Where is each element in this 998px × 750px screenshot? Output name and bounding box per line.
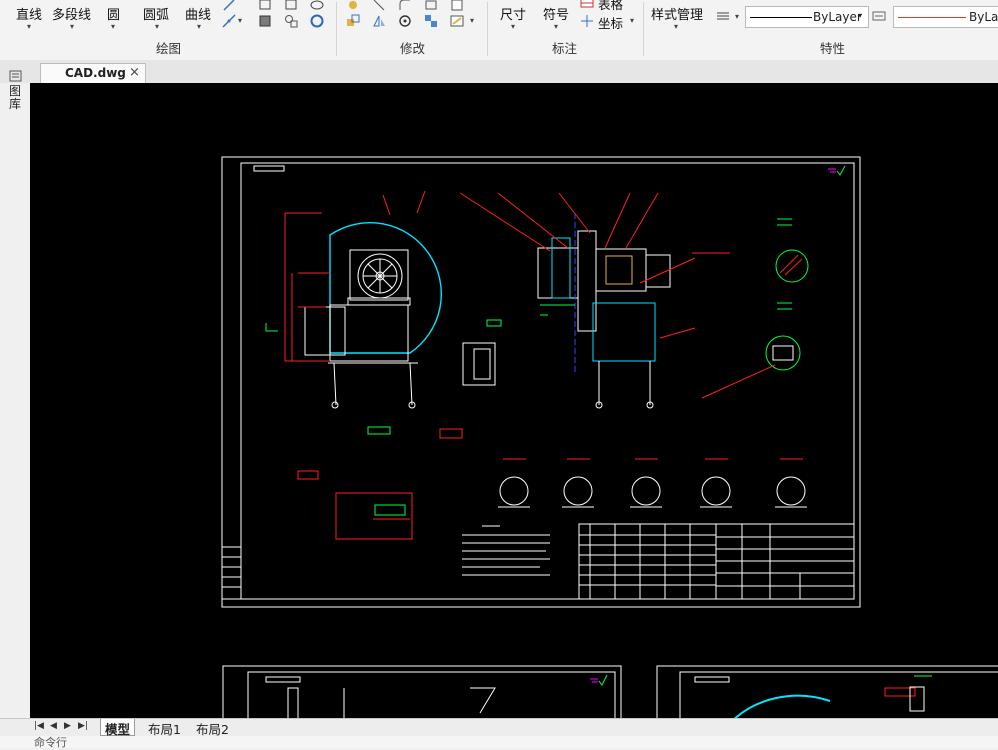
close-icon[interactable]: × bbox=[129, 65, 140, 80]
library-panel-label[interactable]: 图库 bbox=[9, 85, 22, 111]
ellipse-icon[interactable] bbox=[310, 0, 324, 12]
style-manager-dropdown-icon[interactable]: ▾ bbox=[674, 22, 678, 31]
layout-tab-bar: |◀ ◀ ▶ ▶| 模型 布局1 布局2 bbox=[0, 718, 998, 737]
tab-model[interactable]: 模型 bbox=[100, 719, 136, 737]
tab-layout2[interactable]: 布局2 bbox=[192, 719, 233, 737]
foundation-plan bbox=[297, 426, 463, 540]
donut-icon[interactable] bbox=[310, 14, 324, 28]
lower-sheet-left bbox=[222, 665, 622, 718]
detail-views bbox=[462, 218, 809, 399]
ray-icon[interactable] bbox=[222, 0, 236, 12]
array-icon[interactable] bbox=[424, 14, 438, 28]
arc-dropdown-icon[interactable]: ▾ bbox=[155, 22, 159, 31]
last-icon[interactable]: ▶| bbox=[78, 721, 88, 731]
main-drawing-sheet bbox=[221, 156, 861, 608]
draw-group-label: 绘图 bbox=[156, 41, 182, 56]
polyline-button[interactable]: 多段线 bbox=[52, 4, 91, 23]
rectangle-icon[interactable] bbox=[258, 0, 272, 12]
coordinate-icon[interactable] bbox=[580, 14, 594, 28]
document-tab-label: CAD.dwg bbox=[65, 66, 126, 80]
drawing-canvas[interactable] bbox=[30, 83, 998, 718]
arc-button[interactable]: 圆弧 bbox=[143, 4, 169, 23]
symbol-dropdown-icon[interactable]: ▾ bbox=[554, 22, 558, 31]
prev-icon[interactable]: ◀ bbox=[50, 721, 57, 731]
document-tab[interactable]: CAD.dwg × bbox=[40, 63, 146, 84]
lower-sheet-right bbox=[656, 665, 998, 718]
xline-dropdown-icon[interactable]: ▾ bbox=[238, 16, 242, 25]
coordinate-button[interactable]: 坐标 bbox=[598, 13, 623, 32]
dimension-button[interactable]: 尺寸 bbox=[500, 4, 526, 23]
command-line[interactable]: 命令行 bbox=[0, 736, 998, 749]
rotate-icon[interactable] bbox=[398, 14, 412, 28]
linetype-select-value: ByLay bbox=[969, 10, 998, 24]
circle-dropdown-icon[interactable]: ▾ bbox=[111, 22, 115, 31]
technical-notes bbox=[462, 525, 550, 576]
color-select-dropdown-icon[interactable]: ▾ bbox=[858, 11, 862, 20]
mirror-icon[interactable] bbox=[372, 14, 386, 28]
trim-icon[interactable] bbox=[424, 0, 438, 12]
shapes-icon[interactable] bbox=[284, 14, 298, 28]
fan-front-view bbox=[265, 190, 442, 409]
modify-more-dropdown-icon[interactable]: ▾ bbox=[470, 16, 474, 25]
tab-layout1[interactable]: 布局1 bbox=[144, 719, 185, 737]
properties-icon[interactable] bbox=[8, 68, 24, 84]
linetype-icon[interactable] bbox=[872, 9, 886, 23]
color-select[interactable]: ByLayer ▾ bbox=[745, 6, 869, 28]
ribbon: 直线 ▾ 多段线 ▾ 圆 ▾ 圆弧 ▾ 曲线 ▾ ▾ 绘图 ▾ 修改 尺寸 ▾ … bbox=[0, 0, 998, 61]
left-panel: 图库 bbox=[0, 70, 30, 718]
symbol-button[interactable]: 符号 bbox=[543, 4, 569, 23]
lineweight-icon[interactable] bbox=[716, 9, 730, 23]
hatch-icon[interactable] bbox=[258, 14, 272, 28]
coordinate-dropdown-icon[interactable]: ▾ bbox=[630, 16, 634, 25]
erase-icon[interactable] bbox=[450, 0, 464, 12]
color-select-value: ByLayer bbox=[813, 10, 862, 24]
title-block bbox=[578, 523, 855, 600]
curve-button[interactable]: 曲线 bbox=[185, 4, 211, 23]
properties-group-label: 特性 bbox=[820, 41, 846, 56]
move-icon[interactable] bbox=[346, 0, 360, 12]
linetype-select[interactable]: ByLay bbox=[893, 6, 998, 28]
copy-icon[interactable] bbox=[346, 14, 360, 28]
table-icon[interactable] bbox=[580, 0, 594, 9]
fillet-icon[interactable] bbox=[398, 0, 412, 12]
next-icon[interactable]: ▶ bbox=[64, 721, 71, 731]
region-icon[interactable] bbox=[284, 0, 298, 12]
drawing-sheet bbox=[221, 156, 998, 718]
document-tab-strip bbox=[0, 60, 998, 83]
dimension-dropdown-icon[interactable]: ▾ bbox=[511, 22, 515, 31]
line-dropdown-icon[interactable]: ▾ bbox=[27, 22, 31, 31]
explode-icon[interactable] bbox=[450, 14, 464, 28]
first-icon[interactable]: |◀ bbox=[34, 721, 44, 731]
lineweight-dropdown-icon[interactable]: ▾ bbox=[735, 12, 739, 21]
line-button[interactable]: 直线 bbox=[16, 4, 42, 23]
rotation-variants bbox=[498, 458, 807, 508]
style-manager-button[interactable]: 样式管理 bbox=[651, 4, 703, 23]
annotate-group-label: 标注 bbox=[552, 41, 578, 56]
polyline-dropdown-icon[interactable]: ▾ bbox=[70, 22, 74, 31]
curve-dropdown-icon[interactable]: ▾ bbox=[197, 22, 201, 31]
xline-icon[interactable] bbox=[222, 14, 236, 28]
stretch-icon[interactable] bbox=[372, 0, 386, 12]
circle-button[interactable]: 圆 bbox=[107, 4, 120, 23]
modify-group-label: 修改 bbox=[400, 41, 426, 56]
table-button[interactable]: 表格 bbox=[598, 0, 623, 13]
